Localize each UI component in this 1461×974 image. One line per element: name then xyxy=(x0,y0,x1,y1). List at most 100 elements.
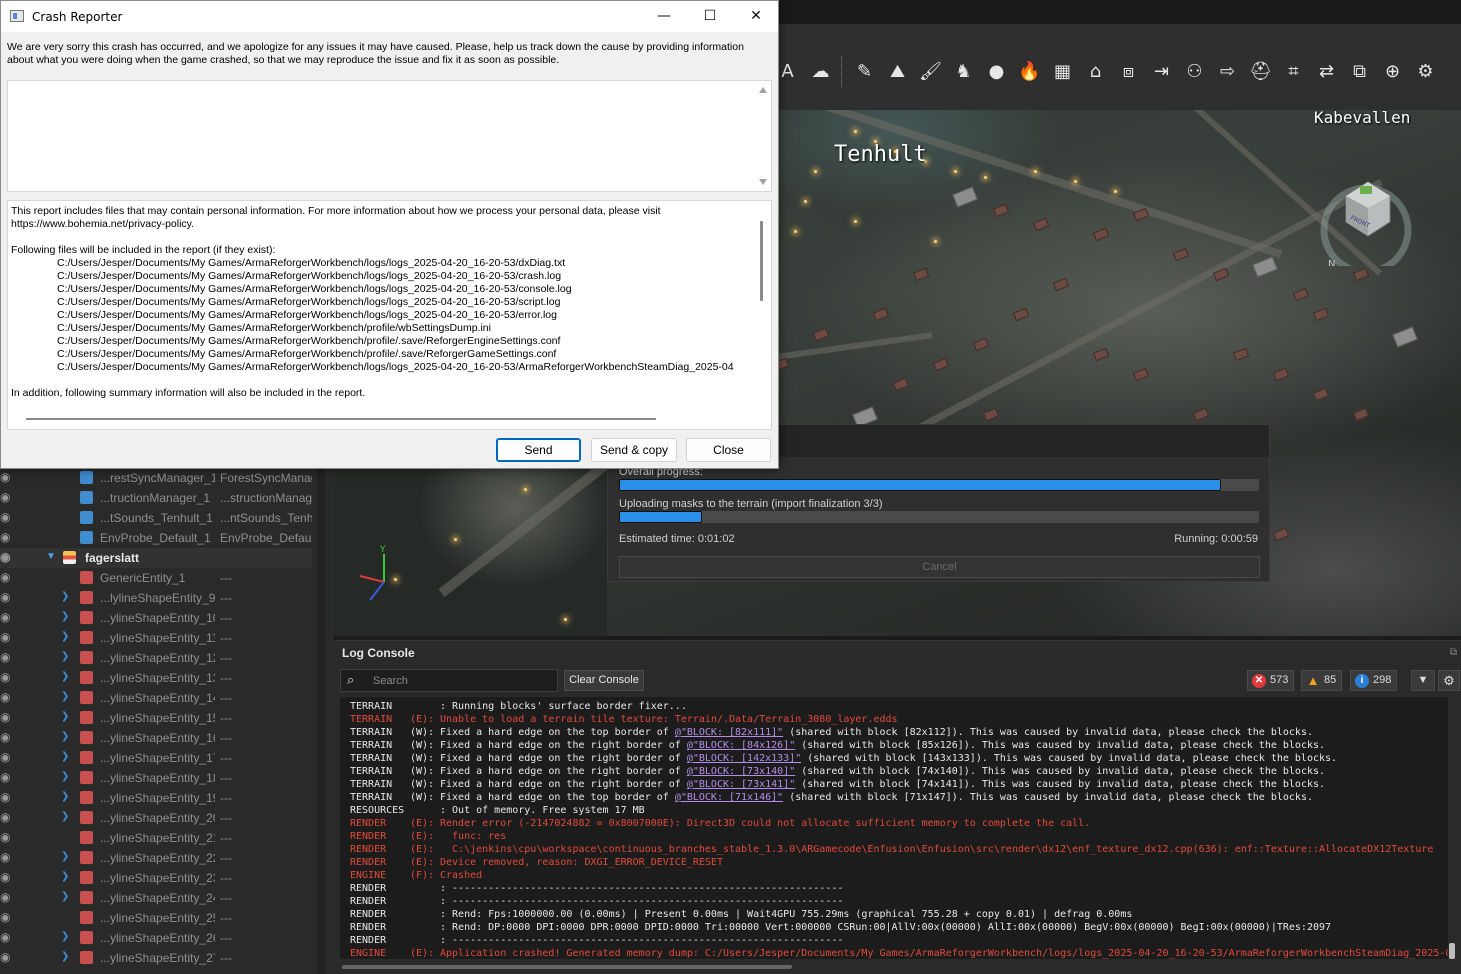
entity-row[interactable]: ◉ EnvProbe_Default_1 EnvProbe_Defaul xyxy=(0,528,312,548)
hierarchy-icon[interactable]: ⚇ xyxy=(1179,56,1210,87)
crash-comment-textarea[interactable] xyxy=(7,80,772,192)
visibility-eye-icon[interactable]: ◉ xyxy=(0,490,14,504)
send-and-copy-button[interactable]: Send & copy xyxy=(591,438,677,462)
globe-icon[interactable]: ⊕ xyxy=(1377,56,1408,87)
expand-arrow-icon[interactable]: ▼ xyxy=(46,551,56,562)
entity-row[interactable]: ◉ ❯ ...ylineShapeEntity_23 --- xyxy=(0,868,312,888)
visibility-eye-icon[interactable]: ◉ xyxy=(0,470,14,484)
swap-icon[interactable]: ⇄ xyxy=(1311,56,1342,87)
entity-row[interactable]: ◉ ❯ ...ylineShapeEntity_24 --- xyxy=(0,888,312,908)
visibility-eye-icon[interactable]: ◉ xyxy=(0,650,14,664)
entity-row[interactable]: ◉ ❯ ...ylineShapeEntity_12 --- xyxy=(0,648,312,668)
visibility-eye-icon[interactable]: ◉ xyxy=(0,830,14,844)
visibility-eye-icon[interactable]: ◉ xyxy=(0,530,14,544)
scroll-down-icon[interactable] xyxy=(759,179,767,185)
visibility-eye-icon[interactable]: ◉ xyxy=(0,790,14,804)
scroll-thumb[interactable] xyxy=(1449,943,1455,959)
expand-arrow-icon[interactable]: ❯ xyxy=(61,871,69,882)
entity-row[interactable]: ◉ ❯ ...ylineShapeEntity_17 --- xyxy=(0,748,312,768)
expand-arrow-icon[interactable]: ❯ xyxy=(61,711,69,722)
error-count-toggle[interactable]: ✕ 573 xyxy=(1247,670,1295,691)
entity-row[interactable]: ◉ ❯ ...ylineShapeEntity_13 --- xyxy=(0,668,312,688)
minimize-button[interactable]: — xyxy=(641,1,687,32)
scroll-up-icon[interactable] xyxy=(759,87,767,93)
filter-icon[interactable]: ▼ xyxy=(1411,670,1435,691)
entity-row[interactable]: ◉ ❯ ...ylineShapeEntity_16 --- xyxy=(0,728,312,748)
scroll-thumb[interactable] xyxy=(342,965,792,969)
brush-icon[interactable]: 🖌 xyxy=(915,56,946,87)
fire-icon[interactable]: 🔥 xyxy=(1014,56,1045,87)
entity-row[interactable]: ◉ ❯ ...ylineShapeEntity_14 --- xyxy=(0,688,312,708)
entity-row[interactable]: ◉ ...tructionManager_1 ...structionManag xyxy=(0,488,312,508)
shape-icon[interactable]: ⌗ xyxy=(1278,56,1309,87)
visibility-eye-icon[interactable]: ◉ xyxy=(0,770,14,784)
expand-arrow-icon[interactable]: ❯ xyxy=(61,691,69,702)
outliner-scrollbar[interactable] xyxy=(317,468,325,974)
viewport-lower-left[interactable]: Y xyxy=(334,468,607,636)
import-icon[interactable]: ⇥ xyxy=(1146,56,1177,87)
visibility-eye-icon[interactable]: ◉ xyxy=(0,550,14,564)
expand-arrow-icon[interactable]: ❯ xyxy=(61,951,69,962)
entity-row[interactable]: ◉ ...ylineShapeEntity_21 --- xyxy=(0,828,312,848)
block-link[interactable]: @"BLOCK: [71x146]" xyxy=(675,792,783,803)
block-link[interactable]: @"BLOCK: [142x133]" xyxy=(687,753,801,764)
close-window-button[interactable]: ✕ xyxy=(733,1,779,32)
entity-row[interactable]: ◉ ❯ ...ylineShapeEntity_10 --- xyxy=(0,608,312,628)
block-link[interactable]: @"BLOCK: [73x141]" xyxy=(687,779,795,790)
report-horizontal-scrollbar[interactable] xyxy=(26,418,656,420)
entity-row[interactable]: ◉ ❯ ...ylineShapeEntity_20 --- xyxy=(0,808,312,828)
entity-row[interactable]: ◉ ...ylineShapeEntity_25 --- xyxy=(0,908,312,928)
export-icon[interactable]: ⇨ xyxy=(1212,56,1243,87)
entity-row[interactable]: ◉ ...tSounds_Tenhult_1 ...ntSounds_Tenh xyxy=(0,508,312,528)
gear-icon[interactable]: ⚙ xyxy=(1438,670,1460,691)
expand-arrow-icon[interactable]: ❯ xyxy=(61,591,69,602)
block-link[interactable]: @"BLOCK: [73x140]" xyxy=(687,766,795,777)
visibility-eye-icon[interactable]: ◉ xyxy=(0,950,14,964)
visibility-eye-icon[interactable]: ◉ xyxy=(0,750,14,764)
entity-row[interactable]: ◉ GenericEntity_1 --- xyxy=(0,568,312,588)
expand-arrow-icon[interactable]: ❯ xyxy=(61,891,69,902)
cancel-button[interactable]: Cancel xyxy=(619,556,1260,578)
expand-arrow-icon[interactable]: ❯ xyxy=(61,651,69,662)
prefab-icon[interactable]: ♞ xyxy=(948,56,979,87)
expand-arrow-icon[interactable]: ❯ xyxy=(61,671,69,682)
visibility-eye-icon[interactable]: ◉ xyxy=(0,570,14,584)
expand-arrow-icon[interactable]: ❯ xyxy=(61,611,69,622)
visibility-eye-icon[interactable]: ◉ xyxy=(0,730,14,744)
expand-arrow-icon[interactable]: ❯ xyxy=(61,931,69,942)
visibility-eye-icon[interactable]: ◉ xyxy=(0,670,14,684)
visibility-eye-icon[interactable]: ◉ xyxy=(0,630,14,644)
block-link[interactable]: @"BLOCK: [84x126]" xyxy=(687,740,795,751)
visibility-eye-icon[interactable]: ◉ xyxy=(0,930,14,944)
expand-arrow-icon[interactable]: ❯ xyxy=(61,731,69,742)
report-details-text[interactable]: This report includes files that may cont… xyxy=(7,200,772,430)
block-link[interactable]: @"BLOCK: [82x111]" xyxy=(675,727,783,738)
visibility-eye-icon[interactable]: ◉ xyxy=(0,910,14,924)
log-horizontal-scrollbar[interactable] xyxy=(340,963,1448,971)
expand-arrow-icon[interactable]: ❯ xyxy=(61,811,69,822)
maximize-button[interactable]: ☐ xyxy=(687,1,733,32)
map-icon[interactable]: ⛰ xyxy=(882,56,913,87)
visibility-eye-icon[interactable]: ◉ xyxy=(0,850,14,864)
settings-icon[interactable]: ⚙ xyxy=(1410,56,1441,87)
layers-icon[interactable]: ⧉ xyxy=(1344,56,1375,87)
close-button[interactable]: Close xyxy=(686,438,771,462)
expand-arrow-icon[interactable]: ❯ xyxy=(61,851,69,862)
expand-arrow-icon[interactable]: ❯ xyxy=(61,771,69,782)
expand-arrow-icon[interactable]: ❯ xyxy=(61,631,69,642)
grid-icon[interactable]: ▦ xyxy=(1047,56,1078,87)
entity-row[interactable]: ◉ ❯ ...ylineShapeEntity_15 --- xyxy=(0,708,312,728)
entity-row[interactable]: ◉ ❯ ...ylineShapeEntity_18 --- xyxy=(0,768,312,788)
entity-row[interactable]: ◉ ...restSyncManager_1 ForestSyncManag xyxy=(0,468,312,488)
warning-count-toggle[interactable]: ▲ 85 xyxy=(1301,670,1343,691)
visibility-eye-icon[interactable]: ◉ xyxy=(0,610,14,624)
visibility-eye-icon[interactable]: ◉ xyxy=(0,590,14,604)
expand-arrow-icon[interactable]: ❯ xyxy=(61,791,69,802)
clear-console-button[interactable]: Clear Console xyxy=(564,670,644,691)
visibility-eye-icon[interactable]: ◉ xyxy=(0,510,14,524)
undock-icon[interactable]: ⧉ xyxy=(1450,647,1457,658)
log-vertical-scrollbar[interactable] xyxy=(1448,697,1456,959)
report-vertical-scrollbar[interactable] xyxy=(760,221,763,301)
entity-row[interactable]: ◉ ❯ ...ylineShapeEntity_11 --- xyxy=(0,628,312,648)
view-orientation-gizmo[interactable]: FRONT N xyxy=(1320,174,1412,266)
